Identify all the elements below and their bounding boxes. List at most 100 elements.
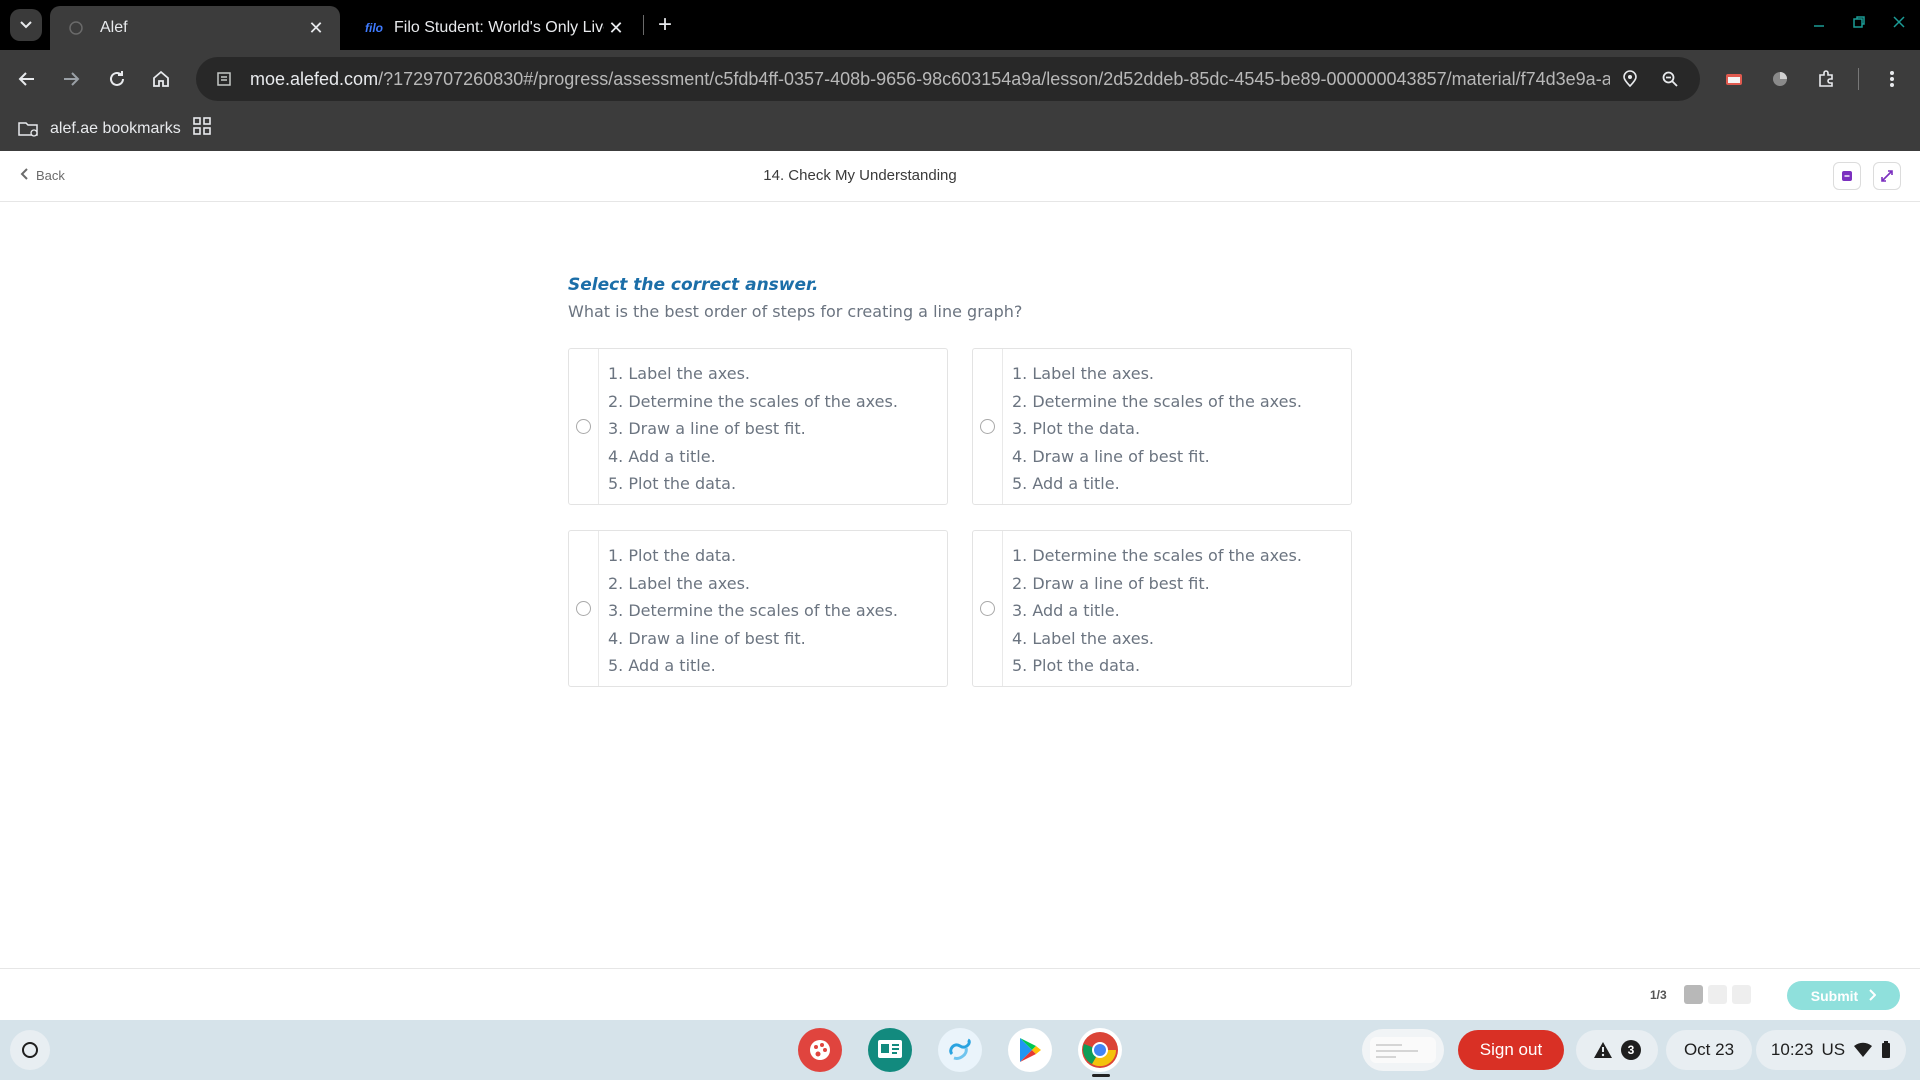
- sign-out-button[interactable]: Sign out: [1458, 1030, 1564, 1070]
- link-app-icon[interactable]: [938, 1028, 982, 1072]
- radio-column: [569, 531, 599, 686]
- answer-option-d[interactable]: 1. Determine the scales of the axes. 2. …: [972, 530, 1352, 687]
- play-store-icon[interactable]: [1008, 1028, 1052, 1072]
- answer-radio[interactable]: [576, 419, 591, 434]
- chevron-down-icon: [20, 21, 32, 29]
- tab-divider: [643, 15, 644, 35]
- date-button[interactable]: Oct 23: [1666, 1030, 1752, 1070]
- warning-icon: [1594, 1042, 1612, 1058]
- option-step: 3. Draw a line of best fit.: [608, 419, 806, 438]
- tab-title: Filo Student: World's Only Live I: [394, 19, 604, 36]
- alef-favicon-icon: [66, 18, 86, 38]
- launcher-button[interactable]: [10, 1030, 50, 1070]
- answer-option-b[interactable]: 1. Label the axes. 2. Determine the scal…: [972, 348, 1352, 505]
- notification-count: 3: [1621, 1040, 1641, 1060]
- option-step: 2. Draw a line of best fit.: [1012, 573, 1210, 593]
- clock-time: 10:23: [1770, 1040, 1814, 1059]
- new-tab-button[interactable]: +: [650, 10, 680, 40]
- question-instruction: Select the correct answer.: [568, 275, 819, 295]
- locale-label: US: [1821, 1040, 1846, 1059]
- answer-radio[interactable]: [576, 601, 591, 616]
- notifications-button[interactable]: 3: [1576, 1030, 1658, 1070]
- answer-option-c[interactable]: 1. Plot the data. 2. Label the axes. 3. …: [568, 530, 948, 687]
- option-step: 3. Plot the data.: [1012, 419, 1141, 438]
- option-step: 2. Determine the scales of the axes.: [608, 391, 898, 411]
- question-prompt: What is the best order of steps for crea…: [568, 302, 1023, 321]
- option-step: 4. Label the axes.: [1012, 628, 1154, 648]
- option-step: 1. Label the axes.: [608, 364, 750, 383]
- bookmark-folder[interactable]: alef.ae bookmarks: [18, 116, 181, 142]
- notes-button[interactable]: [1833, 162, 1861, 190]
- progress-dot-current[interactable]: [1684, 985, 1703, 1004]
- option-step: 2. Label the axes.: [608, 573, 750, 593]
- radio-column: [973, 531, 1003, 686]
- answer-option-a[interactable]: 1. Label the axes. 2. Determine the scal…: [568, 348, 948, 505]
- tab-strip: Alef ✕ filo Filo Student: World's Only L…: [0, 0, 1920, 50]
- screen-thumbnail[interactable]: [1362, 1029, 1444, 1071]
- chevron-right-icon: [1868, 988, 1877, 1004]
- home-icon[interactable]: [143, 61, 179, 97]
- answer-radio[interactable]: [980, 601, 995, 616]
- option-step: 4. Draw a line of best fit.: [1012, 446, 1210, 466]
- launcher-icon: [22, 1042, 38, 1058]
- address-bar[interactable]: moe.alefed.com/?1729707260830#/progress/…: [196, 57, 1700, 101]
- close-window-icon[interactable]: [1884, 10, 1914, 34]
- forward-arrow-icon[interactable]: [53, 61, 89, 97]
- submit-button[interactable]: Submit: [1787, 981, 1900, 1010]
- option-step: 1. Label the axes.: [1012, 364, 1154, 383]
- option-step: 4. Draw a line of best fit.: [608, 628, 806, 648]
- tab-title: Alef: [100, 19, 128, 36]
- tab-filo[interactable]: filo Filo Student: World's Only Live I ✕: [350, 6, 640, 50]
- system-tray[interactable]: 10:23 US: [1756, 1030, 1906, 1070]
- lesson-header: Back 14. Check My Understanding: [0, 151, 1920, 202]
- url-text: moe.alefed.com/?1729707260830#/progress/…: [250, 68, 1610, 89]
- location-icon[interactable]: [1610, 59, 1650, 99]
- bookmarks-bar: alef.ae bookmarks: [0, 108, 1920, 151]
- option-step: 5. Add a title.: [608, 656, 716, 675]
- extension-icon[interactable]: [1762, 61, 1798, 97]
- minimize-icon[interactable]: [1804, 10, 1834, 34]
- bookmark-folder-label: alef.ae bookmarks: [50, 120, 181, 137]
- restore-icon[interactable]: [1844, 10, 1874, 34]
- option-steps: 1. Determine the scales of the axes. 2. …: [1003, 531, 1302, 686]
- progress-dot[interactable]: [1732, 985, 1751, 1004]
- expand-icon: [1881, 170, 1893, 182]
- canvas-app-icon[interactable]: [798, 1028, 842, 1072]
- option-steps: 1. Plot the data. 2. Label the axes. 3. …: [599, 531, 898, 686]
- close-tab-icon[interactable]: ✕: [304, 16, 328, 40]
- answer-radio[interactable]: [980, 419, 995, 434]
- site-info-icon[interactable]: [204, 59, 244, 99]
- back-arrow-icon[interactable]: [9, 61, 45, 97]
- page-title: 14. Check My Understanding: [763, 167, 957, 184]
- zoom-icon[interactable]: [1650, 59, 1690, 99]
- option-step: 1. Determine the scales of the axes.: [1012, 546, 1302, 565]
- classroom-app-icon[interactable]: [868, 1028, 912, 1072]
- close-tab-icon[interactable]: ✕: [604, 16, 628, 40]
- fullscreen-button[interactable]: [1873, 162, 1901, 190]
- option-steps: 1. Label the axes. 2. Determine the scal…: [1003, 349, 1302, 504]
- question-progress: 1/3: [1650, 988, 1667, 1002]
- option-step: 3. Add a title.: [1012, 601, 1120, 620]
- reload-icon[interactable]: [99, 61, 135, 97]
- filo-favicon-icon: filo: [365, 21, 383, 35]
- extension-icon[interactable]: [1716, 61, 1752, 97]
- apps-grid-icon[interactable]: [192, 116, 212, 136]
- browser-toolbar: moe.alefed.com/?1729707260830#/progress/…: [0, 50, 1920, 108]
- radio-column: [973, 349, 1003, 504]
- more-menu-icon[interactable]: [1874, 61, 1910, 97]
- option-step: 5. Add a title.: [1012, 474, 1120, 493]
- battery-icon: [1882, 1041, 1891, 1058]
- puzzle-icon[interactable]: [1808, 61, 1844, 97]
- active-app-indicator: [1092, 1074, 1110, 1077]
- os-shelf: Sign out 3 Oct 23 10:23 US: [0, 1020, 1920, 1080]
- toolbar-divider: [1858, 68, 1859, 90]
- option-step: 1. Plot the data.: [608, 546, 737, 565]
- wifi-icon: [1854, 1042, 1873, 1057]
- option-steps: 1. Label the axes. 2. Determine the scal…: [599, 349, 898, 504]
- tab-search-button[interactable]: [10, 9, 42, 41]
- chrome-icon[interactable]: [1078, 1028, 1122, 1072]
- tab-alef[interactable]: Alef ✕: [50, 6, 340, 50]
- notes-icon: [1842, 171, 1852, 181]
- question-area: Select the correct answer. What is the b…: [0, 203, 1920, 968]
- progress-dot[interactable]: [1708, 985, 1727, 1004]
